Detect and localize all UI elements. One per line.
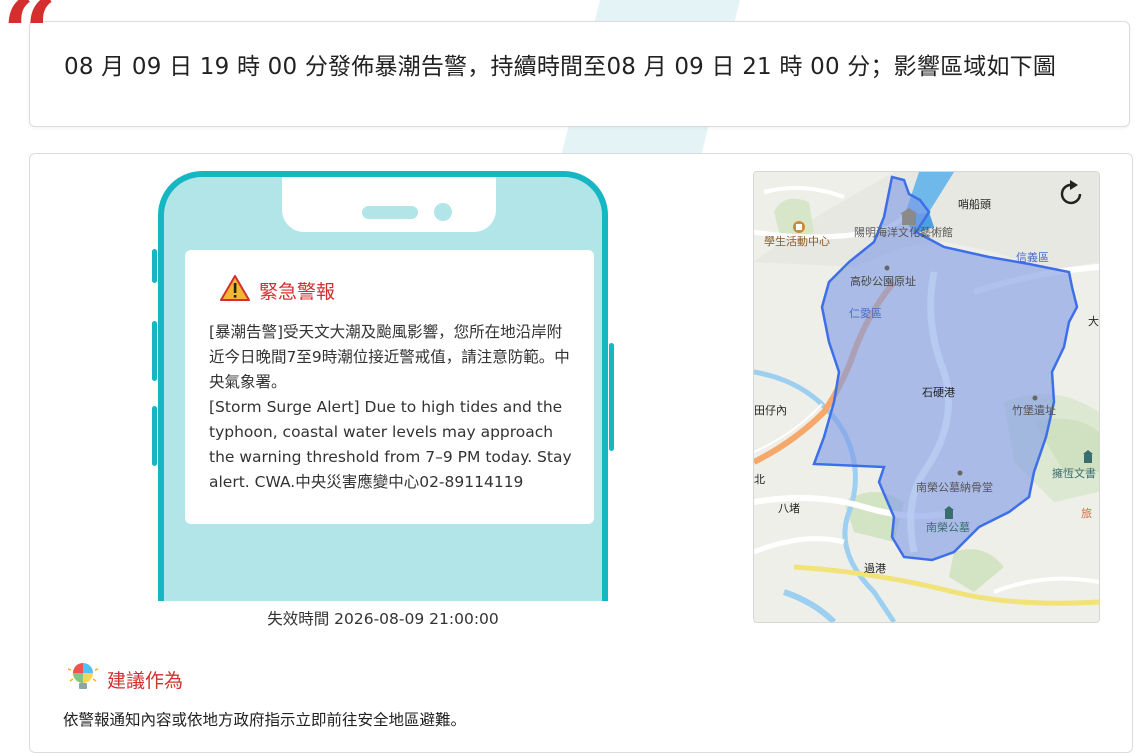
suggestion-text: 依警報通知內容或依地方政府指示立即前往安全地區避難。 (63, 711, 467, 729)
map-label-lu: 旅 (1081, 506, 1092, 520)
student-center-icon (793, 221, 805, 233)
map-label-xinyi: 信義區 (1016, 250, 1049, 264)
phone-illustration: 緊急警報 [暴潮告警]受天文大潮及颱風影響，您所在地沿岸附近今日晚間7至9時潮位… (152, 171, 614, 601)
map-label-shaochuantou: 哨船頭 (958, 197, 991, 211)
map-label-da: 大 (1088, 314, 1099, 328)
warning-icon (219, 274, 251, 306)
map-label-nanrong-cemetery: 南榮公墓 (926, 520, 970, 534)
alert-body-zh: [暴潮告警]受天文大潮及颱風影響，您所在地沿岸附近今日晚間7至9時潮位接近警戒值… (209, 323, 570, 391)
map-label-bazhu: 八堵 (778, 501, 800, 515)
map-label-guogang: 過港 (864, 562, 886, 575)
content-card: 緊急警報 [暴潮告警]受天文大潮及颱風影響，您所在地沿岸附近今日晚間7至9時潮位… (29, 153, 1133, 753)
map-label-nanrong-ossuary: 南榮公墓納骨堂 (916, 480, 993, 494)
suggestion-title: 建議作為 (107, 669, 184, 692)
phone-body: 緊急警報 [暴潮告警]受天文大潮及颱風影響，您所在地沿岸附近今日晚間7至9時潮位… (158, 171, 608, 601)
phone-notch (282, 177, 496, 232)
suggestion-header: 建議作為 (65, 659, 183, 699)
map-label-bei: 北 (754, 473, 765, 486)
headline-card: 08 月 09 日 19 時 00 分發佈暴潮告警，持續時間至08 月 09 日… (29, 21, 1130, 127)
phone-speaker (362, 206, 418, 219)
phone-side-button (152, 321, 157, 381)
map-label-zaizainei: 田仔內 (754, 404, 787, 417)
expiry-time: 失效時間 2026-08-09 21:00:00 (267, 610, 499, 628)
quote-mark-icon: “ (2, 0, 58, 90)
phone-side-button (152, 406, 157, 466)
page-title: 08 月 09 日 19 時 00 分發佈暴潮告警，持續時間至08 月 09 日… (64, 54, 1057, 80)
phone-camera (434, 203, 452, 221)
alert-title: 緊急警報 (259, 280, 336, 303)
map-label-yonghengwen: 擁恆文書 (1052, 466, 1096, 480)
alert-screen: 緊急警報 [暴潮告警]受天文大潮及颱風影響，您所在地沿岸附近今日晚間7至9時潮位… (185, 250, 594, 524)
map-label-gaosha-park: 高砂公園原址 (850, 274, 916, 288)
map-label-renai: 仁愛區 (849, 307, 882, 320)
alert-body-en: [Storm Surge Alert] Due to high tides an… (209, 398, 572, 491)
map-label-student-center: 學生活動中心 (764, 234, 830, 248)
lightbulb-icon (65, 659, 101, 699)
map-label-zhubaoyizhi: 竹堡遺址 (1012, 403, 1056, 417)
phone-side-button (152, 249, 157, 283)
phone-side-button (609, 343, 614, 451)
map-label-museum: 陽明海洋文化藝術館 (854, 225, 953, 239)
map-label-shiyinggang: 石硬港 (922, 386, 955, 399)
alert-header: 緊急警報 (219, 274, 572, 306)
alert-area-map[interactable]: 哨船頭 學生活動中心 陽明海洋文化藝術館 信義區 高砂公園原址 仁愛區 大 田仔… (753, 171, 1100, 623)
